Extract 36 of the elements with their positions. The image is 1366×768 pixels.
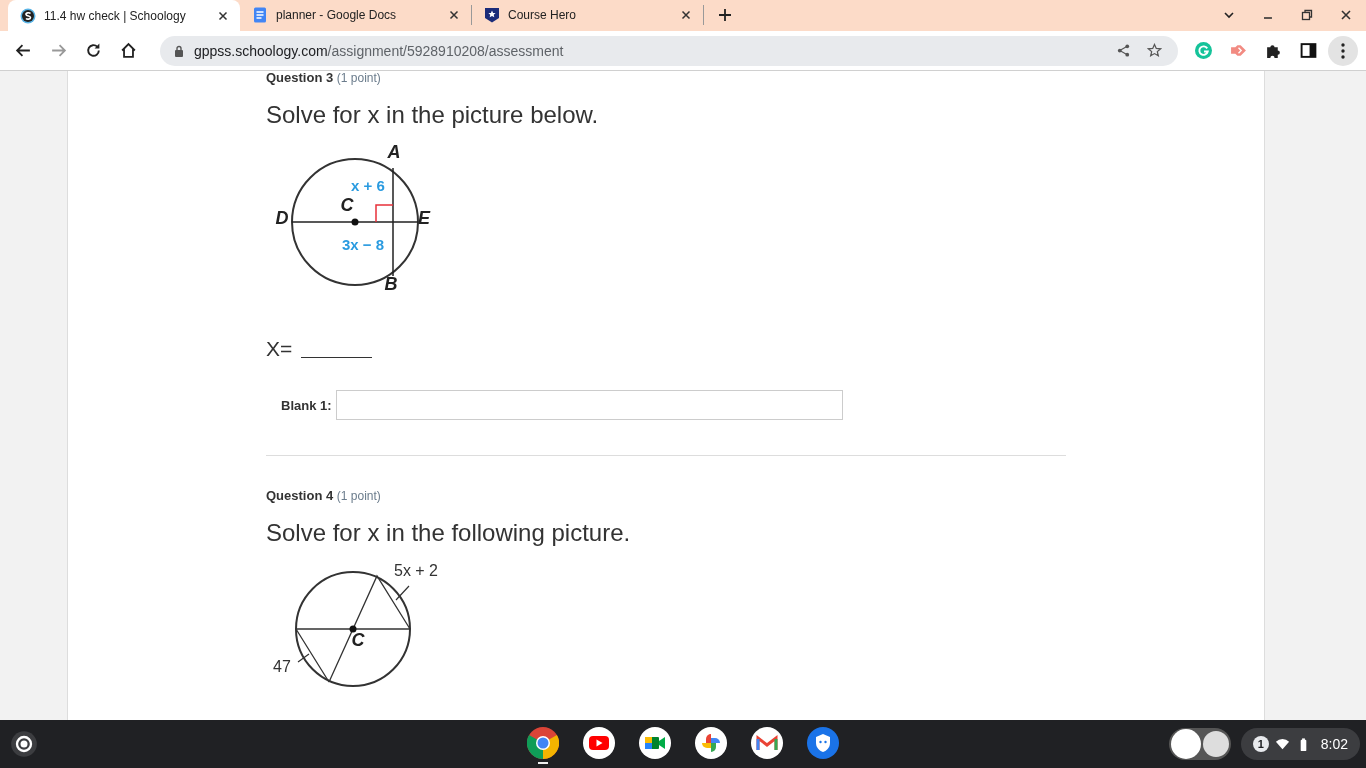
document-icon xyxy=(252,7,268,23)
holding-space-button[interactable] xyxy=(1168,728,1231,760)
close-icon[interactable] xyxy=(449,10,459,20)
star-icon[interactable] xyxy=(1147,43,1162,58)
share-icon[interactable] xyxy=(1116,43,1131,58)
url-text: gppss.schoology.com/assignment/5928910208/assessment xyxy=(194,42,564,59)
question-heading: Question 4 (1 point) xyxy=(266,489,381,503)
question-heading: Question 3 (1 point) xyxy=(266,71,381,85)
mail-icon[interactable] xyxy=(751,727,783,759)
address-bar[interactable]: gppss.schoology.com/assignment/5928910208/assessment xyxy=(160,35,1178,66)
question-prompt: Solve for x in the picture below. xyxy=(266,101,599,129)
shield-star-icon xyxy=(484,7,500,23)
browser-tab[interactable]: Course Hero xyxy=(472,5,704,25)
menu-icon[interactable] xyxy=(1328,35,1358,66)
fill-in-line xyxy=(301,356,373,358)
notification-count: 1 xyxy=(1252,736,1269,752)
clock: 8:02 xyxy=(1320,736,1348,752)
blank-label: Blank 1: xyxy=(281,397,332,413)
pinwheel-icon[interactable] xyxy=(695,727,727,759)
browser-tab[interactable]: 11.4 hw check | Schoology xyxy=(8,0,240,31)
launcher-icon[interactable] xyxy=(10,730,38,758)
shield-icon[interactable] xyxy=(807,727,839,759)
new-tab-icon[interactable] xyxy=(718,8,732,22)
close-icon[interactable] xyxy=(1339,8,1353,22)
lock-icon xyxy=(174,44,184,57)
close-icon[interactable] xyxy=(218,10,228,21)
video-camera-icon[interactable] xyxy=(639,727,671,759)
wifi-icon xyxy=(1274,736,1290,752)
restore-icon[interactable] xyxy=(1300,8,1314,22)
question-prompt: Solve for x in the following picture. xyxy=(266,519,631,547)
play-icon[interactable] xyxy=(583,727,615,759)
answer-prompt: X= xyxy=(266,337,293,361)
close-icon[interactable] xyxy=(681,10,691,20)
status-tray[interactable]: 1 8:02 xyxy=(1240,728,1360,760)
browser-tab[interactable]: planner - Google Docs xyxy=(240,5,472,25)
answer-field[interactable] xyxy=(335,390,843,420)
